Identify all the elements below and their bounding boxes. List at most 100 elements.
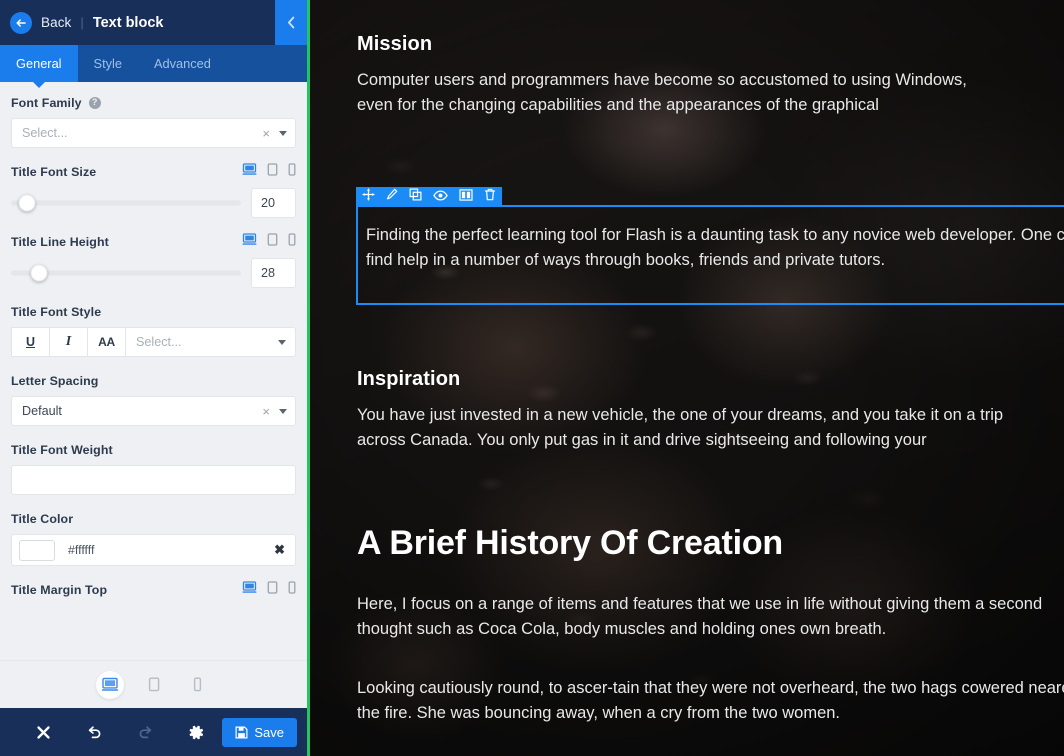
edit-pencil-icon[interactable]: [386, 188, 398, 206]
mobile-icon[interactable]: [288, 581, 296, 599]
underline-button[interactable]: U: [11, 327, 49, 357]
columns-icon[interactable]: [459, 188, 473, 206]
title-line-height-label: Title Line Height: [11, 235, 109, 249]
undo-button[interactable]: [69, 724, 120, 741]
mobile-icon[interactable]: [288, 163, 296, 181]
tablet-icon: [148, 677, 160, 692]
desktop-icon[interactable]: [242, 163, 257, 181]
clear-icon[interactable]: ×: [262, 404, 270, 419]
title-font-style-select[interactable]: Select...: [125, 327, 296, 357]
font-family-select[interactable]: Select... ×: [11, 118, 296, 148]
chevron-down-icon[interactable]: [279, 131, 287, 136]
slider-knob[interactable]: [30, 265, 47, 282]
field-title-font-size: Title Font Size: [11, 163, 296, 218]
block-inspiration[interactable]: Inspiration You have just invested in a …: [357, 365, 1012, 453]
font-family-value: Select...: [22, 126, 262, 140]
title-margin-top-label: Title Margin Top: [11, 583, 107, 597]
clear-icon[interactable]: ×: [262, 126, 270, 141]
field-title-font-style: Title Font Style U I AA Select...: [11, 303, 296, 357]
section-paragraph: Computer users and programmers have beco…: [357, 68, 1007, 118]
tab-style-label: Style: [94, 56, 122, 71]
chevron-down-icon[interactable]: [279, 409, 287, 414]
settings-button[interactable]: [171, 724, 222, 741]
tablet-icon[interactable]: [267, 233, 278, 251]
desktop-icon: [101, 677, 119, 692]
field-letter-spacing: Letter Spacing Default ×: [11, 372, 296, 426]
panel-tabs: General Style Advanced: [0, 45, 307, 82]
device-toggle-font-size: [242, 163, 296, 181]
page-content: Mission Computer users and programmers h…: [310, 0, 1064, 756]
arrow-left-icon[interactable]: [10, 12, 32, 34]
letter-spacing-value: Default: [22, 404, 262, 418]
close-icon: [36, 725, 51, 740]
visibility-eye-icon[interactable]: [433, 188, 448, 206]
selected-block-text[interactable]: Finding the perfect learning tool for Fl…: [366, 223, 1064, 273]
section-paragraph: You have just invested in a new vehicle,…: [357, 403, 1012, 453]
device-toggle-line-height: [242, 233, 296, 251]
chevron-down-icon[interactable]: [278, 340, 286, 345]
color-swatch[interactable]: [19, 540, 55, 561]
field-title-color: Title Color #ffffff ✖: [11, 510, 296, 566]
preview-desktop-button[interactable]: [96, 671, 124, 699]
clear-icon[interactable]: ✖: [274, 542, 285, 558]
mobile-icon[interactable]: [288, 233, 296, 251]
move-icon[interactable]: [362, 188, 375, 206]
preview-mobile-button[interactable]: [184, 671, 212, 699]
header-separator: |: [80, 15, 83, 30]
preview-tablet-button[interactable]: [140, 671, 168, 699]
selected-text-block[interactable]: Finding the perfect learning tool for Fl…: [356, 205, 1064, 305]
redo-button[interactable]: [120, 724, 171, 741]
slider-track: [11, 201, 241, 206]
block-closing-paragraph[interactable]: Looking cautiously round, to ascer-tain …: [357, 676, 1064, 726]
title-color-control[interactable]: #ffffff ✖: [11, 534, 296, 566]
title-font-size-label: Title Font Size: [11, 165, 96, 179]
desktop-icon[interactable]: [242, 233, 257, 251]
tab-advanced[interactable]: Advanced: [138, 45, 227, 82]
page-title: Text block: [93, 15, 164, 31]
tab-general[interactable]: General: [0, 45, 78, 82]
title-color-value[interactable]: #ffffff: [68, 543, 274, 557]
tablet-icon[interactable]: [267, 163, 278, 181]
help-circle-icon[interactable]: ?: [89, 97, 101, 109]
title-line-height-input[interactable]: 28: [251, 258, 296, 288]
title-font-size-input[interactable]: 20: [251, 188, 296, 218]
section-paragraph: Here, I focus on a range of items and fe…: [357, 592, 1064, 642]
gear-icon: [188, 724, 205, 741]
title-font-weight-input[interactable]: [11, 465, 296, 495]
title-font-style-value: Select...: [136, 335, 278, 349]
panel-footer-toolbar: Save: [0, 708, 307, 756]
mobile-icon: [193, 677, 202, 692]
settings-panel: Back | Text block General Style Advanced: [0, 0, 307, 756]
block-toolbar: [356, 187, 502, 207]
field-title-font-weight: Title Font Weight: [11, 441, 296, 495]
save-button[interactable]: Save: [222, 718, 297, 747]
back-button[interactable]: Back: [41, 15, 71, 30]
title-color-label: Title Color: [11, 512, 73, 526]
block-mission[interactable]: Mission Computer users and programmers h…: [357, 30, 1007, 118]
italic-button[interactable]: I: [49, 327, 87, 357]
tab-style[interactable]: Style: [78, 45, 138, 82]
desktop-icon[interactable]: [242, 581, 257, 599]
undo-icon: [86, 724, 103, 741]
tablet-icon[interactable]: [267, 581, 278, 599]
uppercase-button[interactable]: AA: [87, 327, 125, 357]
letter-spacing-select[interactable]: Default ×: [11, 396, 296, 426]
trash-icon[interactable]: [484, 188, 496, 206]
duplicate-icon[interactable]: [409, 188, 422, 206]
page-canvas[interactable]: Mission Computer users and programmers h…: [310, 0, 1064, 756]
save-button-label: Save: [254, 725, 284, 740]
title-line-height-slider[interactable]: [11, 264, 241, 282]
close-button[interactable]: [18, 725, 69, 740]
block-history-heading[interactable]: A Brief History Of Creation: [357, 522, 1057, 564]
floppy-disk-icon: [235, 726, 248, 739]
block-history-paragraph[interactable]: Here, I focus on a range of items and fe…: [357, 592, 1064, 642]
chevron-left-icon: [287, 16, 296, 29]
slider-knob[interactable]: [19, 195, 36, 212]
device-toggle-margin-top: [242, 581, 296, 599]
collapse-panel-button[interactable]: [275, 0, 307, 45]
field-title-line-height: Title Line Height: [11, 233, 296, 288]
responsive-preview-switcher: [0, 660, 307, 708]
field-title-margin-top: Title Margin Top: [11, 581, 296, 599]
title-font-size-slider[interactable]: [11, 194, 241, 212]
panel-header: Back | Text block: [0, 0, 307, 45]
